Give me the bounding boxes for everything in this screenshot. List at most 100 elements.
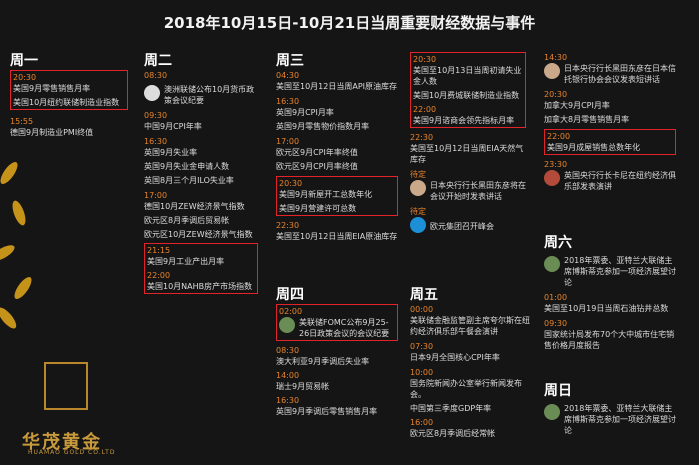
event-item: 2018年票委、亚特兰大联储主席博斯蒂克参加一项经济展望讨论: [544, 252, 676, 288]
event-desc: 美国10月NAHB房产市场指数: [147, 282, 253, 291]
fed-seal-icon: [544, 256, 560, 272]
event-desc: 中国9月CPI年率: [144, 122, 202, 131]
event-item: 00:00 美联储金融监管副主席夸尔斯在纽约经济俱乐部午餐会演讲: [410, 304, 530, 337]
event-desc: 英国9月CPI月率: [276, 108, 334, 117]
person-avatar-icon: [544, 63, 560, 79]
event-desc: 澳洲联储公布10月货币政策会议纪要: [164, 85, 255, 105]
event-item: 01:00 美国至10月19日当周石油钻井总数: [544, 292, 676, 314]
column-saturday: 周六 2018年票委、亚特兰大联储主席博斯蒂克参加一项经济展望讨论 01:00 美…: [544, 232, 676, 351]
column-wednesday: 周三 04:30 美国至10月12日当周API原油库存 16:30 英国9月CPI月…: [276, 50, 398, 242]
event-desc: 日本央行行长黑田东彦将在会议开始时发表讲话: [430, 181, 526, 201]
event-time: 22:00: [547, 132, 571, 141]
day-title: 周一: [10, 53, 38, 69]
event-desc: 2018年票委、亚特兰大联储主席博斯蒂克参加一项经济展望讨论: [564, 256, 676, 287]
leaf-decoration: [11, 274, 35, 302]
event-time: 14:00: [276, 371, 300, 380]
page-title: 2018年10月15日-10月21日当周重要财经数据与事件: [163, 14, 536, 32]
event-item: 23:30 英国央行行长卡尼在纽约经济俱乐部发表演讲: [544, 159, 676, 192]
leaf-decoration: [0, 242, 17, 264]
brand-logo: [44, 362, 88, 410]
day-title: 周四: [276, 287, 304, 303]
person-avatar-icon: [544, 170, 560, 186]
day-title: 周三: [276, 53, 304, 69]
event-item: 10:00 国务院新闻办公室举行新闻发布会。 中国第三季度GDP年率: [410, 367, 530, 414]
event-time: 16:00: [410, 418, 434, 427]
event-desc: 美国10月费城联储制造业指数: [413, 91, 520, 100]
event-time: 01:00: [544, 293, 568, 302]
event-desc: 美联储金融监管副主席夸尔斯在纽约经济俱乐部午餐会演讲: [410, 316, 530, 336]
event-time: 22:30: [410, 133, 434, 142]
event-desc: 英国9月零售物价指数月率: [276, 122, 370, 131]
event-time: 16:30: [144, 137, 168, 146]
fed-seal-icon: [544, 404, 560, 420]
event-item: 16:30 英国9月CPI月率英国9月零售物价指数月率: [276, 96, 398, 132]
event-time: 07:30: [410, 342, 434, 351]
event-desc: 英国9月失业金申请人数: [144, 162, 230, 171]
event-desc: 美国至10月12日当周EIA原油库存: [276, 232, 398, 241]
event-desc: 美国9月新屋开工总数年化: [279, 190, 373, 199]
event-time: 16:30: [276, 396, 300, 405]
event-time: 09:30: [544, 319, 568, 328]
event-desc: 美国9月谘商会领先指标月率: [413, 116, 515, 125]
event-item: 08:30 澳大利亚9月季调后失业率: [276, 345, 398, 367]
event-time: 08:30: [144, 71, 168, 80]
event-time: 08:30: [276, 346, 300, 355]
event-desc: 美国9月零售销售月率: [13, 84, 91, 93]
event-desc: 美国至10月12日当周API原油库存: [276, 82, 398, 91]
event-time: 10:00: [410, 368, 434, 377]
event-desc: 欧元集团召开峰会: [430, 222, 494, 231]
event-desc: 英国9月季调后零售销售月率: [276, 407, 378, 416]
column-sunday: 周日 2018年票委、亚特兰大联储主席博斯蒂克参加一项经济展望讨论: [544, 380, 676, 436]
event-time: 20:30: [13, 73, 37, 82]
event-item: 16:30 英国9月季调后零售销售月率: [276, 395, 398, 417]
brand-subtitle: HUAMAO GOLD CO.LTD: [28, 449, 116, 456]
day-title: 周二: [144, 53, 172, 69]
event-time: 16:30: [276, 97, 300, 106]
leaf-decoration: [9, 199, 29, 227]
event-item: 22:30 美国至10月12日当周EIA原油库存: [276, 220, 398, 242]
event-item: 2018年票委、亚特兰大联储主席博斯蒂克参加一项经济展望讨论: [544, 400, 676, 436]
event-desc: 欧元区9月CPI年率终值: [276, 148, 358, 157]
column-tuesday: 周二 08:30 澳洲联储公布10月货币政策会议纪要 09:30 中国9月CPI年…: [144, 50, 258, 294]
event-desc: 德国9月制造业PMI终值: [10, 128, 94, 137]
event-desc: 美国至10月13日当周初请失业金人数: [413, 66, 522, 86]
event-desc: 英国央行行长卡尼在纽约经济俱乐部发表演讲: [564, 171, 676, 191]
event-item: 22:30 美国至10月12日当周EIA天然气库存: [410, 132, 526, 165]
day-title: 周日: [544, 383, 572, 399]
event-desc: 加拿大8月零售销售月率: [544, 115, 630, 124]
australia-flag-icon: [144, 85, 160, 101]
event-desc: 英国8月三个月ILO失业率: [144, 176, 234, 185]
column-thursday: 周四 02:00 美联储FOMC公布9月25-26日政策会议的会议纪要 08:3…: [276, 284, 398, 417]
highlight-box: 21:15 美国9月工业产出月率 22:00 美国10月NAHB房产市场指数: [144, 243, 258, 294]
event-time: 22:30: [276, 221, 300, 230]
highlight-box: 20:30 美国9月零售销售月率 美国10月纽约联储制造业指数: [10, 70, 128, 110]
event-time: 15:55: [10, 117, 34, 126]
event-item: 20:30 加拿大9月CPI月率加拿大8月零售销售月率: [544, 89, 676, 125]
event-time: 20:30: [279, 179, 303, 188]
highlight-box: 02:00 美联储FOMC公布9月25-26日政策会议的会议纪要: [276, 304, 398, 341]
event-time: 20:30: [413, 55, 437, 64]
person-avatar-icon: [410, 180, 426, 196]
event-time: 09:30: [144, 111, 168, 120]
event-item: 04:30 美国至10月12日当周API原油库存: [276, 70, 398, 92]
event-time: 23:30: [544, 160, 568, 169]
event-time: 22:00: [413, 105, 437, 114]
event-item: 08:30 澳洲联储公布10月货币政策会议纪要: [144, 70, 258, 106]
leaf-decoration: [0, 304, 20, 332]
event-desc: 美国9月营建许可总数: [279, 204, 357, 213]
event-desc: 欧元区8月季调后经常帐: [410, 429, 496, 438]
event-desc: 欧元区9月CPI月率终值: [276, 162, 358, 171]
event-item: 16:00 欧元区8月季调后经常帐: [410, 417, 530, 439]
event-time: 00:00: [410, 305, 434, 314]
event-time: 20:30: [544, 90, 568, 99]
day-title: 周五: [410, 287, 438, 303]
event-desc: 英国9月失业率: [144, 148, 198, 157]
event-time: 17:00: [276, 137, 300, 146]
event-desc: 2018年票委、亚特兰大联储主席博斯蒂克参加一项经济展望讨论: [564, 404, 676, 435]
event-time: 22:00: [147, 271, 171, 280]
event-desc: 加拿大9月CPI月率: [544, 101, 610, 110]
fed-seal-icon: [279, 317, 295, 333]
event-item: 待定 日本央行行长黑田东彦将在会议开始时发表讲话: [410, 169, 526, 202]
event-item: 16:30 英国9月失业率英国9月失业金申请人数 英国8月三个月ILO失业率: [144, 136, 258, 186]
highlight-box: 22:00 美国9月成屋销售总数年化: [544, 129, 676, 155]
